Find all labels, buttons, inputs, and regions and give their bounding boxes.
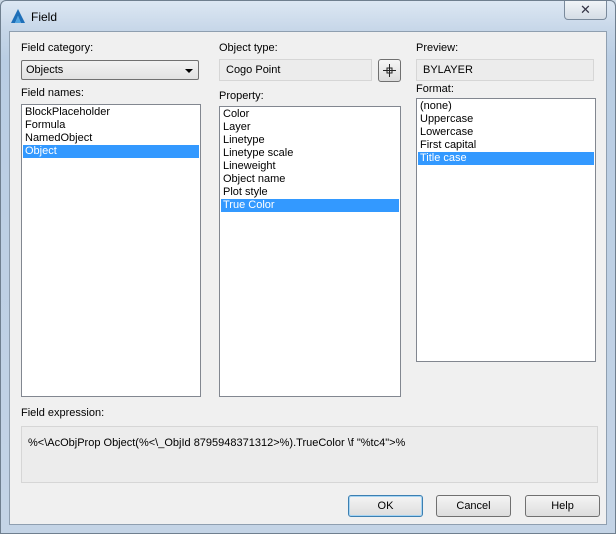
- list-item[interactable]: NamedObject: [23, 132, 199, 145]
- list-item[interactable]: Object: [23, 145, 199, 158]
- field-category-value: Objects: [26, 64, 64, 76]
- list-item[interactable]: Title case: [418, 152, 594, 165]
- field-dialog: Field ✕ Field category: Objects Field na…: [0, 0, 616, 534]
- field-expression-label: Field expression:: [21, 407, 105, 419]
- crosshair-pick-icon: [383, 64, 396, 77]
- title-bar[interactable]: Field ✕: [1, 1, 615, 31]
- list-item[interactable]: Formula: [23, 119, 199, 132]
- close-button[interactable]: ✕: [564, 1, 607, 20]
- chevron-down-icon: [185, 69, 193, 73]
- list-item[interactable]: Linetype: [221, 134, 399, 147]
- preview-value: BYLAYER: [423, 64, 473, 76]
- list-item[interactable]: Layer: [221, 121, 399, 134]
- list-item[interactable]: Object name: [221, 173, 399, 186]
- list-item[interactable]: Color: [221, 108, 399, 121]
- field-category-label: Field category:: [21, 42, 94, 54]
- field-names-list[interactable]: BlockPlaceholder Formula NamedObject Object: [21, 104, 201, 397]
- list-item[interactable]: Lineweight: [221, 160, 399, 173]
- help-button[interactable]: Help: [525, 495, 600, 517]
- list-item[interactable]: First capital: [418, 139, 594, 152]
- property-list[interactable]: Color Layer Linetype Linetype scale Lineweig…: [219, 106, 401, 397]
- list-item[interactable]: (none): [418, 100, 594, 113]
- ok-button[interactable]: OK: [348, 495, 423, 517]
- object-type-field: Cogo Point: [219, 59, 372, 81]
- field-names-label: Field names:: [21, 87, 84, 99]
- list-item[interactable]: Linetype scale: [221, 147, 399, 160]
- object-type-label: Object type:: [219, 42, 278, 54]
- select-object-button[interactable]: [378, 59, 401, 82]
- list-item[interactable]: BlockPlaceholder: [23, 106, 199, 119]
- preview-field: BYLAYER: [416, 59, 594, 81]
- cancel-button[interactable]: Cancel: [436, 495, 511, 517]
- field-category-dropdown[interactable]: Objects: [21, 60, 199, 80]
- format-list[interactable]: (none) Uppercase Lowercase First capital Tit…: [416, 98, 596, 362]
- list-item[interactable]: True Color: [221, 199, 399, 212]
- list-item[interactable]: Lowercase: [418, 126, 594, 139]
- dialog-body: Field category: Objects Field names: Blo…: [9, 31, 607, 525]
- list-item[interactable]: Plot style: [221, 186, 399, 199]
- field-expression-box[interactable]: %<\AcObjProp Object(%<\_ObjId 8795948371…: [21, 426, 598, 483]
- preview-label: Preview:: [416, 42, 459, 54]
- field-expression-value: %<\AcObjProp Object(%<\_ObjId 8795948371…: [28, 437, 406, 449]
- format-label: Format:: [416, 83, 454, 95]
- close-icon: ✕: [580, 2, 591, 17]
- property-label: Property:: [219, 90, 264, 102]
- object-type-value: Cogo Point: [226, 64, 281, 76]
- list-item[interactable]: Uppercase: [418, 113, 594, 126]
- autocad-logo-icon: [11, 9, 25, 23]
- window-title: Field: [31, 10, 58, 24]
